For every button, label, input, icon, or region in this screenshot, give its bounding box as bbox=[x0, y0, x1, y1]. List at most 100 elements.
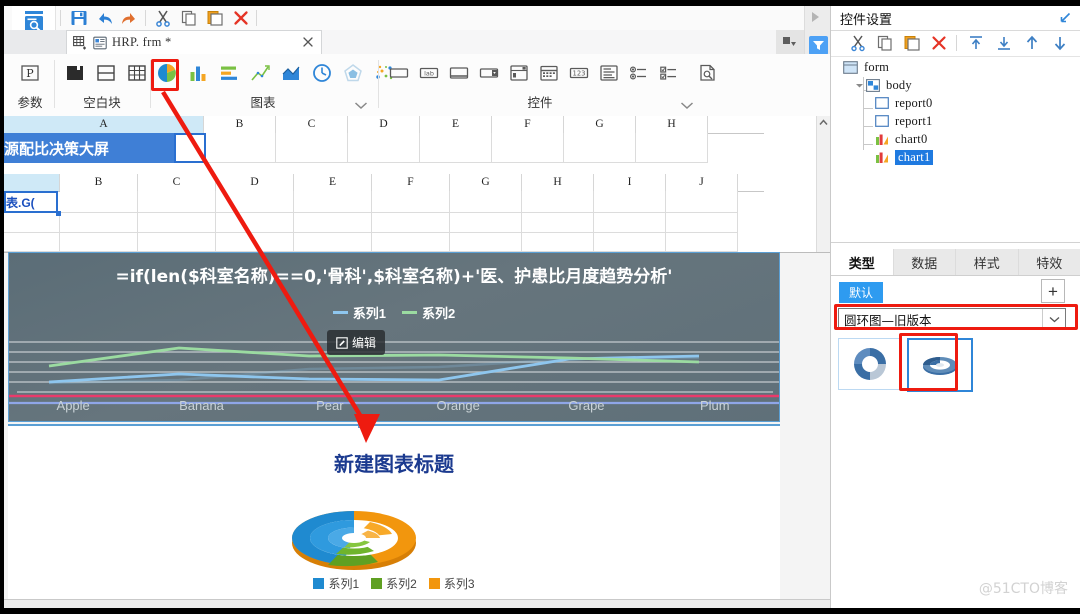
grid-cell[interactable] bbox=[594, 213, 666, 233]
column-header-I2[interactable]: I bbox=[594, 174, 666, 191]
donut-flat-thumbnail[interactable] bbox=[838, 338, 902, 390]
column-header-G2[interactable]: G bbox=[450, 174, 522, 191]
move-down-icon[interactable] bbox=[1051, 34, 1069, 52]
panel-collapse-button[interactable] bbox=[776, 30, 804, 54]
style-chip-default[interactable]: 默认 bbox=[839, 282, 884, 303]
grid-cell[interactable] bbox=[594, 191, 666, 213]
column-header-C2[interactable]: C bbox=[138, 174, 216, 191]
column-header-F2[interactable]: F bbox=[372, 174, 450, 191]
column-header-E[interactable]: E bbox=[420, 116, 492, 133]
grid-cell[interactable] bbox=[138, 191, 216, 213]
grid-cell[interactable] bbox=[60, 233, 138, 252]
preview-icon[interactable] bbox=[697, 62, 719, 84]
preview-legend-item-series1[interactable]: 系列1 bbox=[313, 575, 359, 592]
tab-close-icon[interactable] bbox=[302, 36, 314, 48]
chart-preview-area[interactable]: 新建图表标题 系列1 系列2 系列3 bbox=[8, 422, 780, 608]
datepicker-icon[interactable] bbox=[538, 62, 560, 84]
paste-icon[interactable] bbox=[903, 34, 921, 52]
bar-chart-icon[interactable] bbox=[218, 62, 240, 84]
table-block-icon[interactable] bbox=[126, 62, 148, 84]
textarea-icon[interactable] bbox=[448, 62, 470, 84]
grid-cell[interactable] bbox=[564, 133, 636, 163]
redo-icon[interactable] bbox=[120, 9, 138, 27]
add-style-button[interactable]: + bbox=[1041, 279, 1065, 303]
grid-cell[interactable] bbox=[348, 133, 420, 163]
column-header-D[interactable]: D bbox=[348, 116, 420, 133]
tree-node-chart0[interactable]: chart0 bbox=[875, 130, 927, 148]
save-icon[interactable] bbox=[70, 9, 88, 27]
tree-node-report0[interactable]: report0 bbox=[875, 94, 933, 112]
grid-cell[interactable] bbox=[138, 213, 216, 233]
preview-legend-item-series2[interactable]: 系列2 bbox=[371, 575, 417, 592]
grid-cell[interactable] bbox=[4, 233, 60, 252]
cut-icon[interactable] bbox=[154, 9, 172, 27]
grid-cell[interactable] bbox=[372, 213, 450, 233]
column-header-B2[interactable]: B bbox=[60, 174, 138, 191]
grid-cell[interactable] bbox=[492, 133, 564, 163]
grid-cell[interactable] bbox=[450, 233, 522, 252]
parameter-icon[interactable]: P bbox=[19, 62, 41, 84]
scroll-up-icon[interactable] bbox=[817, 116, 830, 129]
copy-icon[interactable] bbox=[876, 34, 894, 52]
tab-style[interactable]: 样式 bbox=[956, 249, 1019, 275]
column-header-C[interactable]: C bbox=[276, 116, 348, 133]
grid-cell[interactable] bbox=[372, 233, 450, 252]
grid-cell[interactable] bbox=[4, 213, 60, 233]
radar-chart-icon[interactable] bbox=[342, 62, 364, 84]
column-header-D2[interactable]: D bbox=[216, 174, 294, 191]
textbox-icon[interactable] bbox=[388, 62, 410, 84]
grid-cell[interactable] bbox=[60, 213, 138, 233]
report-design-area[interactable]: A B C D E F G H 源配比决策大屏 B C D E F G H I … bbox=[4, 116, 830, 253]
column-chart-icon[interactable] bbox=[187, 62, 209, 84]
column-header-H2[interactable]: H bbox=[522, 174, 594, 191]
block-icon[interactable] bbox=[64, 62, 86, 84]
richtext-icon[interactable] bbox=[598, 62, 620, 84]
tree-node-chart1[interactable]: chart1 bbox=[875, 148, 934, 166]
preview-legend-item-series3[interactable]: 系列3 bbox=[428, 575, 475, 592]
selection-handle[interactable] bbox=[56, 211, 61, 216]
scatter-line-icon[interactable] bbox=[249, 62, 271, 84]
delete-icon[interactable] bbox=[930, 34, 948, 52]
tab-data[interactable]: 数据 bbox=[894, 249, 956, 275]
grid-cell[interactable] bbox=[522, 233, 594, 252]
tree-node-form[interactable]: form bbox=[843, 58, 889, 76]
copy-icon[interactable] bbox=[180, 9, 198, 27]
formula-cell[interactable]: 表.G( bbox=[4, 191, 58, 213]
cut-icon[interactable] bbox=[849, 34, 867, 52]
resize-handle-top[interactable] bbox=[358, 422, 364, 428]
radio-group-icon[interactable] bbox=[628, 62, 650, 84]
vertical-scrollbar[interactable] bbox=[816, 116, 830, 252]
column-header-G[interactable]: G bbox=[564, 116, 636, 133]
grid-cell[interactable] bbox=[216, 213, 294, 233]
chevron-down-icon-widgets[interactable] bbox=[680, 101, 694, 110]
row-corner-cell[interactable] bbox=[4, 174, 60, 191]
grid-cell[interactable] bbox=[666, 191, 738, 213]
grid-cell[interactable] bbox=[216, 191, 294, 213]
column-header-J2[interactable]: J bbox=[666, 174, 738, 191]
grid-cell[interactable] bbox=[60, 191, 138, 213]
delete-icon[interactable] bbox=[232, 9, 250, 27]
align-bottom-icon[interactable] bbox=[995, 34, 1013, 52]
checkbox-group-icon[interactable] bbox=[658, 62, 680, 84]
align-top-icon[interactable] bbox=[967, 34, 985, 52]
grid-cell[interactable] bbox=[216, 233, 294, 252]
grid-cell[interactable] bbox=[594, 233, 666, 252]
undo-icon[interactable] bbox=[96, 9, 114, 27]
grid-cell[interactable] bbox=[450, 191, 522, 213]
chevron-down-icon[interactable] bbox=[855, 81, 864, 90]
grid-cell[interactable] bbox=[204, 133, 276, 163]
document-tab-hrp[interactable]: HRP. frm * bbox=[66, 30, 322, 54]
grid-cell[interactable] bbox=[666, 213, 738, 233]
grid-cell[interactable] bbox=[666, 233, 738, 252]
expand-triangle-icon[interactable] bbox=[812, 12, 819, 22]
grid-cell[interactable] bbox=[522, 191, 594, 213]
column-header-F[interactable]: F bbox=[492, 116, 564, 133]
chart-edit-button[interactable]: 编辑 bbox=[327, 330, 386, 355]
grid-cell[interactable] bbox=[276, 133, 348, 163]
grid-cell[interactable] bbox=[294, 191, 372, 213]
move-up-icon[interactable] bbox=[1023, 34, 1041, 52]
grid-cell[interactable] bbox=[420, 133, 492, 163]
grid-cell[interactable] bbox=[372, 191, 450, 213]
line-chart-widget[interactable]: =if(len($科室名称)==0,'骨科',$科室名称)+'医、护患比月度趋势… bbox=[8, 252, 780, 422]
grid-cell[interactable] bbox=[294, 213, 372, 233]
